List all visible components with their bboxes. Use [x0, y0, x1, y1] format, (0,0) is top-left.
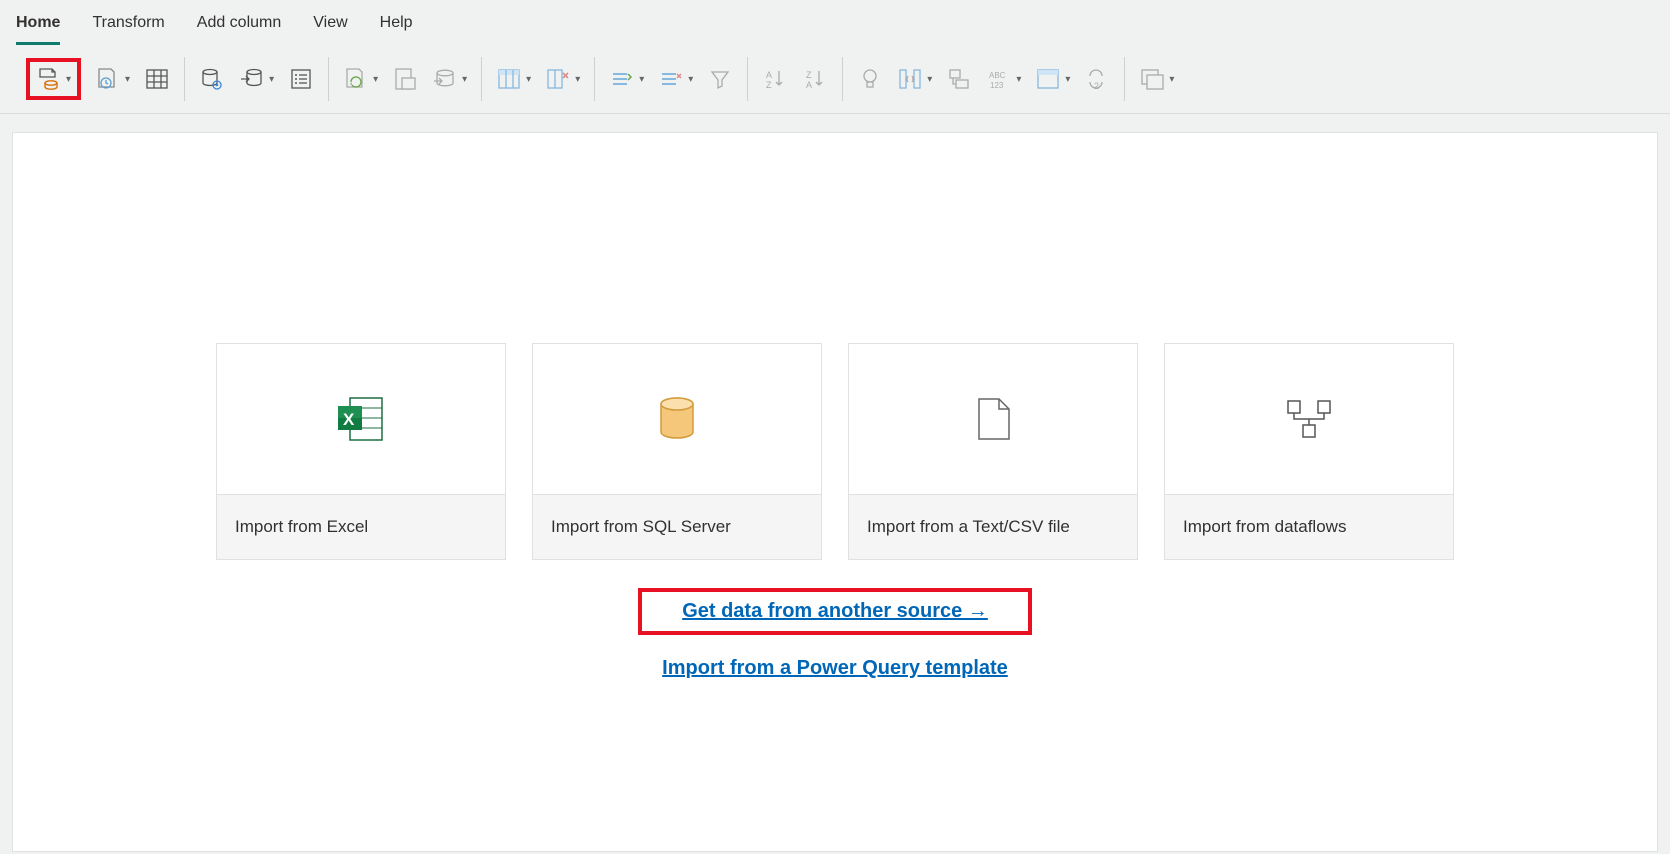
db-arrow-icon — [239, 66, 265, 92]
sql-server-icon — [655, 395, 699, 443]
svg-text:2: 2 — [1094, 81, 1099, 91]
chevron-down-icon: ▾ — [462, 74, 467, 85]
data-source-settings-button[interactable] — [288, 66, 314, 92]
import-textcsv-label: Import from a Text/CSV file — [849, 494, 1137, 559]
group-by-icon — [946, 66, 972, 92]
use-first-row-headers-button[interactable]: ▾ — [1035, 66, 1070, 92]
keep-rows-icon — [609, 66, 635, 92]
file-icon — [973, 395, 1013, 443]
tab-view[interactable]: View — [313, 8, 347, 45]
svg-text:Z: Z — [766, 80, 772, 90]
combine-icon — [1139, 66, 1165, 92]
import-dataflows-label: Import from dataflows — [1165, 494, 1453, 559]
recent-sources-button[interactable]: ▾ — [95, 66, 130, 92]
import-excel-label: Import from Excel — [217, 494, 505, 559]
options-button[interactable] — [199, 66, 225, 92]
filter-icon — [707, 66, 733, 92]
remove-columns-icon — [545, 66, 571, 92]
tab-add-column[interactable]: Add column — [197, 8, 282, 45]
chevron-down-icon: ▾ — [125, 74, 130, 85]
data-type-button[interactable]: ABC 123 ▾ — [986, 66, 1021, 92]
get-data-another-source-link[interactable]: Get data from another source → — [682, 600, 988, 622]
svg-text:A: A — [806, 80, 812, 90]
chevron-down-icon: ▾ — [269, 74, 274, 85]
recent-sources-icon — [95, 66, 121, 92]
sort-asc-icon: A Z — [762, 66, 788, 92]
tab-home[interactable]: Home — [16, 8, 60, 45]
svg-text:X: X — [343, 410, 355, 429]
tab-help[interactable]: Help — [380, 8, 413, 45]
ribbon-toolbar: ▾ ▾ — [0, 45, 1670, 114]
chevron-down-icon: ▾ — [1016, 74, 1021, 85]
svg-text:Z: Z — [806, 70, 812, 80]
combine-button[interactable]: ▾ — [1139, 66, 1174, 92]
refresh-icon — [343, 66, 369, 92]
chevron-down-icon: ▾ — [575, 74, 580, 85]
chevron-down-icon: ▾ — [526, 74, 531, 85]
import-sql-card[interactable]: Import from SQL Server — [532, 343, 822, 560]
db-gear-icon — [199, 66, 225, 92]
refresh-button[interactable]: ▾ — [343, 66, 378, 92]
choose-columns-icon — [496, 66, 522, 92]
split-column-button[interactable]: ▾ — [897, 66, 932, 92]
advanced-editor-button[interactable]: ▾ — [432, 66, 467, 92]
list-icon — [288, 66, 314, 92]
ribbon-tabs: Home Transform Add column View Help — [0, 0, 1670, 45]
table-icon — [144, 66, 170, 92]
lightbulb-icon — [857, 66, 883, 92]
sort-ascending-button[interactable]: A Z — [762, 66, 788, 92]
svg-text:A: A — [766, 70, 772, 80]
headers-icon — [1035, 66, 1061, 92]
sort-descending-button[interactable]: Z A — [802, 66, 828, 92]
sort-desc-icon: Z A — [802, 66, 828, 92]
remove-rows-icon — [658, 66, 684, 92]
keep-rows-button[interactable]: ▾ — [609, 66, 644, 92]
import-textcsv-card[interactable]: Import from a Text/CSV file — [848, 343, 1138, 560]
replace-values-2-button[interactable]: 2 — [1084, 66, 1110, 92]
choose-columns-button[interactable]: ▾ — [496, 66, 531, 92]
chevron-down-icon: ▾ — [1065, 74, 1070, 85]
chevron-down-icon: ▾ — [373, 74, 378, 85]
chevron-down-icon: ▾ — [639, 74, 644, 85]
data-type-icon: ABC 123 — [986, 66, 1012, 92]
remove-columns-button[interactable]: ▾ — [545, 66, 580, 92]
replace-icon: 2 — [1084, 66, 1110, 92]
enter-data-button[interactable] — [144, 66, 170, 92]
properties-button[interactable] — [392, 66, 418, 92]
chevron-down-icon: ▾ — [927, 74, 932, 85]
import-cards: X Import from Excel Import from SQL Serv… — [13, 343, 1657, 560]
import-excel-card[interactable]: X Import from Excel — [216, 343, 506, 560]
get-data-button[interactable]: ▾ — [26, 58, 81, 100]
remove-rows-button[interactable]: ▾ — [658, 66, 693, 92]
svg-text:123: 123 — [990, 81, 1004, 90]
import-sql-label: Import from SQL Server — [533, 494, 821, 559]
dataflows-icon — [1284, 397, 1334, 441]
excel-icon: X — [336, 396, 386, 442]
chevron-down-icon: ▾ — [66, 74, 71, 85]
get-data-icon — [36, 66, 62, 92]
split-column-icon — [897, 66, 923, 92]
svg-text:ABC: ABC — [989, 71, 1006, 80]
import-links: Get data from another source → Import fr… — [13, 588, 1657, 680]
chevron-down-icon: ▾ — [1169, 74, 1174, 85]
tab-transform[interactable]: Transform — [92, 8, 164, 45]
filter-button[interactable] — [707, 66, 733, 92]
chevron-down-icon: ▾ — [688, 74, 693, 85]
import-pq-template-link[interactable]: Import from a Power Query template — [662, 657, 1008, 680]
group-by-button[interactable] — [946, 66, 972, 92]
content-area: X Import from Excel Import from SQL Serv… — [12, 132, 1658, 852]
properties-icon — [392, 66, 418, 92]
import-dataflows-card[interactable]: Import from dataflows — [1164, 343, 1454, 560]
replace-values-button[interactable] — [857, 66, 883, 92]
manage-parameters-button[interactable]: ▾ — [239, 66, 274, 92]
db-in-icon — [432, 66, 458, 92]
